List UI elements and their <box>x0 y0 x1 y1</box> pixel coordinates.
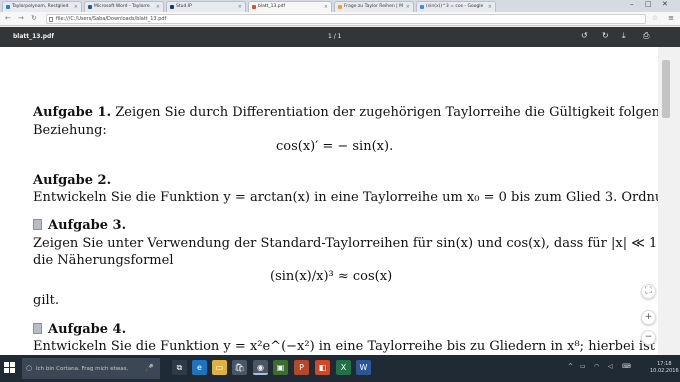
volume-icon[interactable]: ◁ <box>608 363 613 370</box>
keyboard-icon[interactable]: ⌨ <box>622 363 631 370</box>
rotate-ccw-icon[interactable]: ↺ <box>581 31 588 40</box>
pdf-toolbar: blatt_13.pdf 1 / 1 ↺ ↻ ⤓ ⎙ <box>0 27 680 47</box>
microphone-icon[interactable]: 🎤 <box>145 364 154 372</box>
aufgabe3-heading: Aufgabe 3. <box>48 218 127 233</box>
note-icon[interactable] <box>33 323 42 334</box>
forward-icon[interactable]: → <box>18 14 24 22</box>
tab-label: Frage zu Taylor Reihen | M <box>344 4 403 9</box>
close-tab-icon[interactable]: × <box>324 4 328 10</box>
url-input[interactable]: file:///C:/Users/Saba/Downloads/blatt_13… <box>46 14 646 24</box>
aufgabe1-heading: Aufgabe 1. <box>33 105 112 120</box>
aufgabe3-text3: gilt. <box>33 293 59 308</box>
download-icon[interactable]: ⤓ <box>622 31 626 41</box>
windows-start-icon[interactable] <box>4 362 15 373</box>
zoom-out-button[interactable]: − <box>641 330 656 345</box>
store-icon[interactable]: 🛍 <box>232 360 247 375</box>
app-icon-orange[interactable]: ◧ <box>315 360 330 375</box>
bookmark-star-icon[interactable]: ☆ <box>652 14 658 22</box>
rotate-cw-icon[interactable]: ↻ <box>602 31 609 40</box>
favicon-icon <box>252 5 256 9</box>
tray-up-icon[interactable]: ^ <box>568 363 573 370</box>
aufgabe2-heading: Aufgabe 2. <box>33 173 112 188</box>
word-icon[interactable]: W <box>356 360 371 375</box>
task-view-icon[interactable]: ⧉ <box>172 360 187 375</box>
tab-blatt13[interactable]: blatt_13.pdf × <box>248 1 332 12</box>
app-icon-green[interactable]: ▣ <box>273 360 288 375</box>
powerpoint-icon[interactable]: P <box>294 360 309 375</box>
tab-label: (sin(x))^3 = cos - Google <box>426 4 484 9</box>
wifi-icon[interactable]: ◠ <box>594 363 599 370</box>
aufgabe1-text: Zeigen Sie durch Differentiation der zug… <box>111 105 658 120</box>
aufgabe2-text: Entwickeln Sie die Funktion y = arctan(x… <box>33 190 658 205</box>
cortana-placeholder: Ich bin Cortana. Frag mich etwas. <box>36 366 129 372</box>
aufgabe4-heading-row: Aufgabe 4. <box>33 322 126 337</box>
tab-label: Microsoft Word - Taylorre <box>94 4 150 9</box>
print-icon[interactable]: ⎙ <box>643 31 649 41</box>
aufgabe1-text2: Beziehung: <box>33 123 107 138</box>
favicon-icon <box>338 5 342 9</box>
aufgabe3-text2: die Näherungsformel <box>33 253 174 268</box>
tab-frage-taylor[interactable]: Frage zu Taylor Reihen | M × <box>334 1 414 12</box>
aufgabe1-line1: Aufgabe 1. Zeigen Sie durch Differentiat… <box>33 105 658 120</box>
close-tab-icon[interactable]: × <box>156 4 160 10</box>
excel-icon[interactable]: X <box>336 360 351 375</box>
aufgabe1-formula: cos(x)′ = − sin(x). <box>276 139 394 154</box>
maximize-icon[interactable]: □ <box>645 0 652 8</box>
note-icon[interactable] <box>33 219 42 230</box>
favicon-icon <box>170 5 174 9</box>
battery-icon[interactable]: ▭ <box>580 363 586 370</box>
aufgabe3-text: Zeigen Sie unter Verwendung der Standard… <box>33 236 658 251</box>
taskbar: ○ Ich bin Cortana. Frag mich etwas. 🎤 ⧉ … <box>0 355 680 382</box>
pdf-page: Aufgabe 1. Zeigen Sie durch Differentiat… <box>0 47 658 355</box>
page-indicator: 1 / 1 <box>328 33 342 40</box>
tab-taylorpolynom[interactable]: Taylorpolynom, Restglied × <box>2 1 82 12</box>
minimize-icon[interactable]: – <box>630 0 634 8</box>
clock[interactable]: 17:18 10.02.2016 <box>650 361 679 375</box>
file-explorer-icon[interactable]: ▭ <box>212 360 227 375</box>
tab-word[interactable]: Microsoft Word - Taylorre × <box>84 1 164 12</box>
tab-google[interactable]: (sin(x))^3 = cos - Google × <box>416 1 496 12</box>
zoom-in-button[interactable]: + <box>641 310 656 325</box>
close-window-icon[interactable]: ✕ <box>662 0 668 8</box>
close-tab-icon[interactable]: × <box>488 4 492 10</box>
back-icon[interactable]: ← <box>5 14 11 22</box>
fit-page-icon[interactable]: ⛶ <box>641 284 656 299</box>
search-icon: ○ <box>26 364 33 372</box>
scrollbar-thumb[interactable] <box>662 60 670 118</box>
reload-icon[interactable]: ↻ <box>31 14 37 22</box>
address-bar: ← → ↻ file:///C:/Users/Saba/Downloads/bl… <box>0 12 680 26</box>
close-tab-icon[interactable]: × <box>238 4 242 10</box>
tab-label: Taylorpolynom, Restglied <box>12 4 69 9</box>
url-text: file:///C:/Users/Saba/Downloads/blatt_13… <box>56 16 167 22</box>
aufgabe4-text: Entwickeln Sie die Funktion y = x²e^(−x²… <box>33 339 658 354</box>
close-tab-icon[interactable]: × <box>74 4 78 10</box>
tab-studip[interactable]: Stud.IP × <box>166 1 246 12</box>
edge-icon[interactable]: e <box>192 360 207 375</box>
favicon-icon <box>420 5 424 9</box>
tab-label: Stud.IP <box>176 4 192 9</box>
favicon-icon <box>6 5 10 9</box>
pdf-title: blatt_13.pdf <box>13 33 54 40</box>
menu-icon[interactable]: ≡ <box>668 14 674 22</box>
tab-label: blatt_13.pdf <box>258 4 286 9</box>
close-tab-icon[interactable]: × <box>406 4 410 10</box>
aufgabe3-heading-row: Aufgabe 3. <box>33 218 126 233</box>
page-icon <box>49 17 53 22</box>
aufgabe3-formula: (sin(x)/x)³ ≈ cos(x) <box>270 269 393 284</box>
chrome-icon[interactable]: ◉ <box>253 360 268 375</box>
clock-date: 10.02.2016 <box>650 368 679 374</box>
favicon-icon <box>88 5 92 9</box>
cortana-search-box[interactable]: ○ Ich bin Cortana. Frag mich etwas. 🎤 <box>22 358 160 379</box>
clock-time: 17:18 <box>657 361 672 367</box>
tab-strip: Taylorpolynom, Restglied × Microsoft Wor… <box>0 0 680 12</box>
aufgabe4-heading: Aufgabe 4. <box>48 322 127 337</box>
